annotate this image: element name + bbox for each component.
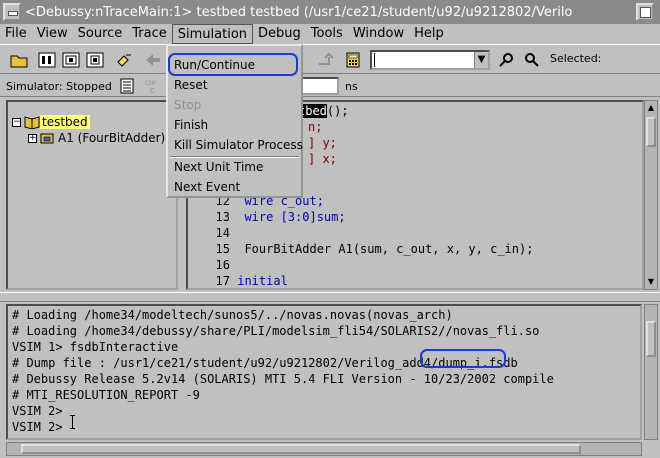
module-icon (40, 133, 54, 144)
menu-file[interactable]: File (0, 24, 32, 44)
code-line: 13 wire [3:0]sum; (215, 210, 346, 224)
code-partial-line: n; (308, 120, 323, 134)
scroll-thumb[interactable] (21, 444, 581, 454)
code-partial-line: tbed(); (298, 104, 349, 118)
menu-item-reset[interactable]: Reset (174, 76, 208, 94)
menu-item-run-continue[interactable]: Run/Continue (174, 56, 255, 74)
console-horizontal-scrollbar[interactable] (6, 442, 642, 456)
simulation-dropdown-menu: Run/Continue Reset Stop Finish Kill Simu… (166, 44, 303, 198)
code-partial-line: ] y; (308, 136, 337, 150)
menu-item-stop: Stop (174, 98, 202, 112)
menu-item-finish[interactable]: Finish (174, 116, 208, 134)
menu-tools[interactable]: Tools (306, 24, 348, 44)
menu-trace[interactable]: Trace (127, 24, 172, 44)
menu-window[interactable]: Window (348, 24, 409, 44)
waveform-icon[interactable] (60, 50, 82, 70)
tree-collapse-icon[interactable]: − (12, 117, 21, 127)
title-bar: <Debussy:nTraceMain:1> testbed testbed (… (0, 0, 660, 24)
console-prompt-line[interactable]: VSIM 2> (12, 420, 63, 436)
ctrl-c-icon[interactable]: Ctrl C (142, 76, 164, 96)
code-line: 14 (215, 226, 230, 240)
menu-bar: File View Source Trace Simulation Debug … (0, 24, 660, 44)
window-title: <Debussy:nTraceMain:1> testbed testbed (… (25, 4, 573, 20)
scroll-up-icon[interactable]: ▲ (646, 102, 656, 114)
console-vertical-scrollbar[interactable] (644, 304, 658, 440)
menu-help[interactable]: Help (409, 24, 449, 44)
selected-label: Selected: (550, 52, 602, 65)
chevron-down-icon[interactable]: ▼ (474, 52, 488, 68)
menu-item-next-unit-time[interactable]: Next Unit Time (174, 158, 263, 176)
console-line: # Loading /home34/modeltech/sunos5/../no… (12, 308, 453, 322)
text-caret (374, 53, 375, 67)
search-backward-icon[interactable] (496, 50, 518, 70)
menu-item-next-event[interactable]: Next Event (174, 178, 240, 196)
debussy-main-window: <Debussy:nTraceMain:1> testbed testbed (… (0, 0, 660, 458)
scroll-thumb[interactable] (646, 321, 656, 357)
text-cursor-icon (70, 415, 75, 429)
forward-arrow-icon[interactable] (314, 50, 336, 70)
code-line: 15 FourBitAdder A1(sum, c_out, x, y, c_i… (215, 242, 534, 256)
tree-expand-icon[interactable]: + (28, 133, 37, 143)
code-line: 16 (215, 258, 230, 272)
tree-label: testbed (40, 115, 90, 129)
menu-item-kill-simulator[interactable]: Kill Simulator Process (174, 136, 303, 154)
simulator-status: Simulator: Stopped (6, 80, 112, 93)
hierarchy-browser-icon[interactable] (36, 50, 58, 70)
console-line: # MTI_RESOLUTION_REPORT -9 (12, 388, 200, 402)
open-folder-icon[interactable] (8, 50, 30, 70)
list-icon[interactable] (116, 76, 138, 96)
menu-view[interactable]: View (32, 24, 73, 44)
search-combo[interactable]: ▼ (370, 50, 490, 70)
scroll-thumb[interactable] (646, 117, 656, 147)
window-menu-icon[interactable] (3, 3, 21, 21)
menu-source[interactable]: Source (73, 24, 128, 44)
svg-text:Ctrl: Ctrl (145, 80, 156, 87)
trace-icon[interactable] (114, 50, 136, 70)
maximize-icon[interactable] (636, 3, 654, 21)
back-arrow-icon[interactable] (142, 50, 164, 70)
code-line: 17 initial (215, 274, 288, 288)
menu-simulation[interactable]: Simulation (171, 24, 254, 44)
hierarchy-tree-pane: − testbed + A1 (FourBitAdder) (6, 100, 178, 290)
console-line: # Debussy Release 5.2v14 (SOLARIS) MTI 5… (12, 372, 554, 386)
console-pane[interactable]: # Loading /home34/modeltech/sunos5/../no… (6, 304, 642, 440)
scroll-down-icon[interactable]: ▼ (646, 276, 656, 288)
console-line: VSIM 2> (12, 404, 63, 418)
open-book-icon (24, 116, 40, 129)
console-line: VSIM 1> fsdbInteractive (12, 340, 179, 354)
menu-debug[interactable]: Debug (253, 24, 306, 44)
time-unit-label: ns (345, 80, 358, 93)
search-forward-icon[interactable] (520, 50, 542, 70)
tree-node-a1[interactable]: + A1 (FourBitAdder) (28, 130, 165, 146)
console-line: # Loading /home34/debussy/share/PLI/mode… (12, 324, 540, 338)
console-line: # Dump file : /usr1/ce21/student/u92/u92… (12, 356, 518, 370)
tree-node-testbed[interactable]: − testbed (12, 114, 90, 130)
schematic-icon[interactable] (84, 50, 106, 70)
source-scrollbar[interactable]: ▲ ▼ (644, 100, 658, 290)
pane-splitter[interactable] (0, 292, 660, 302)
tree-label: A1 (FourBitAdder) (58, 131, 166, 145)
calculator-icon[interactable] (342, 50, 364, 70)
code-partial-line: ] x; (308, 152, 337, 166)
svg-text:C: C (150, 87, 155, 94)
simulator-status-row: Simulator: Stopped Ctrl C ns (0, 75, 660, 97)
